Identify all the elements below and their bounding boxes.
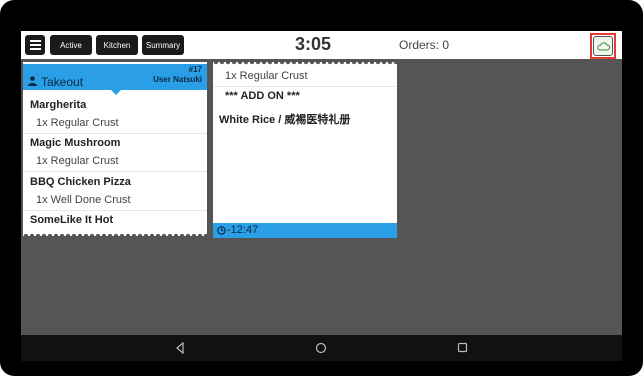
clock: 3:05 (295, 34, 332, 54)
item-name: White Rice / 威裼医特礼册 (219, 114, 351, 126)
order-type: Takeout (41, 75, 84, 89)
divider (23, 171, 207, 172)
order-header: Takeout #17 User Natsuki (23, 64, 207, 90)
torn-edge (23, 232, 207, 236)
order-elapsed-time: -12:47 (227, 224, 259, 236)
torn-edge (213, 62, 397, 66)
system-nav-bar (21, 335, 622, 361)
divider (23, 210, 207, 211)
order-card[interactable]: Takeout #17 User Natsuki Margherita 1x R… (23, 62, 207, 236)
item-name: BBQ Chicken Pizza (30, 176, 131, 188)
order-user: User Natsuki (153, 75, 202, 84)
hamburger-icon (29, 48, 41, 50)
cloud-sync-button[interactable] (590, 33, 616, 59)
cloud-icon (593, 36, 613, 56)
home-icon[interactable] (315, 342, 327, 354)
kitchen-display-screen: Active Kitchen Summary 3:05 Orders: 0 Ta… (21, 31, 622, 361)
order-footer: -12:47 (213, 223, 397, 238)
active-button[interactable]: Active (50, 35, 92, 55)
item-modifier: 1x Regular Crust (36, 117, 119, 129)
hamburger-icon (29, 44, 41, 46)
divider (23, 133, 207, 134)
order-number: #17 (188, 65, 202, 74)
item-name: SomeLike It Hot (30, 214, 114, 226)
add-on-header: *** ADD ON *** (225, 90, 300, 102)
back-icon[interactable] (175, 342, 185, 354)
item-name: Margherita (30, 99, 87, 111)
item-modifier: 1x Regular Crust (36, 155, 119, 167)
top-bar: Active Kitchen Summary 3:05 Orders: 0 (21, 31, 622, 59)
hamburger-icon (29, 40, 41, 42)
kitchen-button[interactable]: Kitchen (96, 35, 138, 55)
summary-button[interactable]: Summary (142, 35, 184, 55)
menu-button[interactable] (25, 35, 45, 55)
divider (213, 86, 397, 87)
orders-count: Orders: 0 (399, 38, 450, 52)
order-card[interactable]: 1x Regular Crust *** ADD ON *** White Ri… (213, 62, 397, 238)
item-modifier: 1x Well Done Crust (36, 194, 131, 206)
item-name: Magic Mushroom (30, 137, 121, 149)
tablet-frame: Active Kitchen Summary 3:05 Orders: 0 Ta… (0, 0, 643, 376)
clock-icon (217, 226, 226, 235)
header-pointer (111, 90, 121, 95)
item-modifier: 1x Regular Crust (225, 70, 308, 82)
recent-apps-icon[interactable] (457, 342, 468, 353)
person-icon (28, 76, 37, 86)
